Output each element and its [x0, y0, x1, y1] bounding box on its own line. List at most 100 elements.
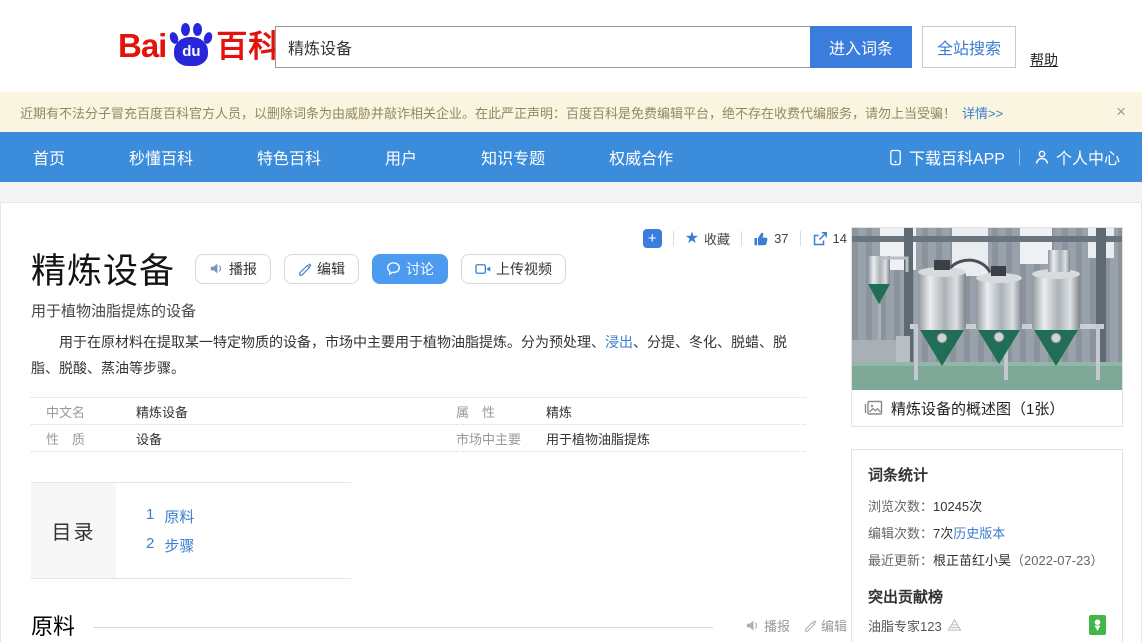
upload-video-label: 上传视频 — [496, 259, 552, 279]
info-label: 市场中主要 — [456, 429, 546, 448]
speaker-icon — [209, 261, 224, 276]
info-value: 设备 — [136, 429, 162, 448]
info-label: 属 性 — [456, 402, 546, 421]
section-title: 原料 — [31, 609, 75, 641]
entry-action-row: + ★ 收藏 37 — [643, 229, 847, 248]
info-row-attribute: 属 性 精炼 — [456, 398, 806, 425]
views-value: 10245次 — [933, 499, 982, 514]
top-header: Bai du 百科 进入词条 全站搜索 帮助 — [0, 0, 1142, 92]
baike-entry-page: Bai du 百科 进入词条 全站搜索 帮助 近期有不法分子冒充百度百科官方人员… — [0, 0, 1142, 642]
upload-video-button[interactable]: 上传视频 — [461, 254, 566, 284]
help-link[interactable]: 帮助 — [1030, 50, 1058, 70]
site-search-button[interactable]: 全站搜索 — [922, 26, 1016, 68]
info-value: 精炼设备 — [136, 402, 188, 421]
logo-du-text: du — [174, 37, 208, 66]
thumbs-up-icon — [753, 231, 769, 247]
nav-item-home[interactable]: 首页 — [33, 145, 65, 169]
contributor-name[interactable]: 油脂专家123 — [868, 616, 942, 635]
toc-item-number: 2 — [146, 535, 154, 556]
title-buttons: 播报 编辑 讨论 — [195, 254, 566, 284]
section-broadcast-label: 播报 — [764, 616, 790, 635]
entry-subtitle: 用于植物油脂提炼的设备 — [31, 300, 196, 321]
main-nav: 首页 秒懂百科 特色百科 用户 知识专题 权威合作 下载百科APP 个人 — [0, 132, 1142, 182]
share-count: 14 — [833, 231, 847, 246]
info-label: 性 质 — [46, 429, 136, 448]
nav-right: 下载百科APP 个人中心 — [888, 145, 1142, 169]
info-label: 中文名 — [46, 402, 136, 421]
overview-photo-card[interactable]: 精炼设备的概述图（1张） — [851, 227, 1123, 427]
summary-link[interactable]: 浸出 — [605, 334, 633, 350]
stat-edits: 编辑次数：7次历史版本 — [868, 520, 1106, 547]
share-icon — [812, 231, 828, 247]
toc-item-label: 原料 — [164, 506, 194, 527]
like-count: 37 — [774, 231, 788, 246]
baidu-baike-logo[interactable]: Bai du 百科 — [118, 22, 280, 68]
entry-content: + ★ 收藏 37 — [0, 202, 1142, 642]
favorite-button[interactable]: ★ 收藏 — [685, 229, 730, 248]
discuss-button[interactable]: 讨论 — [372, 254, 448, 284]
updated-label: 最近更新： — [868, 553, 933, 568]
toc-list: 1 原料 2 步骤 — [116, 483, 194, 578]
gallery-icon — [864, 399, 883, 417]
broadcast-label: 播报 — [229, 259, 257, 279]
speaker-icon — [745, 618, 760, 633]
star-icon: ★ — [685, 231, 699, 247]
section-edit-button[interactable]: 编辑 — [804, 616, 847, 635]
edit-button[interactable]: 编辑 — [284, 254, 359, 284]
nav-item-tese[interactable]: 特色百科 — [257, 145, 321, 169]
toc-title: 目录 — [31, 483, 116, 578]
info-row-chinese-name: 中文名 精炼设备 — [31, 398, 456, 425]
nav-item-users[interactable]: 用户 — [385, 145, 417, 169]
updated-user: 根正苗红小昊 — [933, 553, 1011, 568]
like-button[interactable]: 37 — [753, 231, 788, 247]
section-divider — [93, 627, 713, 628]
nav-separator — [1019, 149, 1020, 165]
nav-item-topics[interactable]: 知识专题 — [481, 145, 545, 169]
refining-equipment-photo — [852, 228, 1122, 390]
video-camera-icon — [475, 262, 491, 276]
toc-item-label: 步骤 — [164, 535, 194, 556]
download-app-link[interactable]: 下载百科APP — [888, 145, 1005, 169]
contributor-row: 油脂专家123 — [868, 615, 1106, 635]
entry-title-row: 精炼设备 播报 编辑 — [31, 243, 566, 294]
history-versions-link[interactable]: 历史版本 — [953, 526, 1005, 541]
info-value: 用于植物油脂提炼 — [546, 429, 650, 448]
stat-views: 浏览次数：10245次 — [868, 493, 1106, 520]
photo-caption-bar[interactable]: 精炼设备的概述图（1张） — [852, 390, 1122, 426]
logo-bai-text: Bai — [118, 24, 166, 68]
section-heading-row: 原料 播报 编辑 — [31, 609, 847, 641]
personal-center-label: 个人中心 — [1056, 145, 1120, 169]
info-row-market: 市场中主要 用于植物油脂提炼 — [456, 425, 806, 452]
views-label: 浏览次数： — [868, 499, 933, 514]
entry-stats-card: 词条统计 浏览次数：10245次 编辑次数：7次历史版本 最近更新：根正苗红小昊… — [851, 449, 1123, 642]
notice-bar: 近期有不法分子冒充百度百科官方人员，以删除词条为由威胁并敲诈相关企业。在此严正声… — [0, 92, 1142, 132]
pencil-icon — [804, 619, 817, 632]
chat-bubble-icon — [386, 261, 401, 276]
favorite-label: 收藏 — [704, 229, 730, 248]
share-button[interactable]: 14 — [812, 231, 847, 247]
toc-item-steps[interactable]: 2 步骤 — [146, 535, 194, 556]
info-row-nature: 性 质 设备 — [31, 425, 456, 452]
nav-items: 首页 秒懂百科 特色百科 用户 知识专题 权威合作 — [0, 145, 673, 169]
enter-entry-button[interactable]: 进入词条 — [810, 26, 912, 68]
pencil-icon — [298, 262, 312, 276]
broadcast-button[interactable]: 播报 — [195, 254, 271, 284]
notice-detail-link[interactable]: 详情>> — [962, 103, 1003, 122]
section-broadcast-button[interactable]: 播报 — [745, 616, 790, 635]
personal-center-link[interactable]: 个人中心 — [1034, 145, 1120, 169]
toc-item-raw-material[interactable]: 1 原料 — [146, 506, 194, 527]
nav-item-authority[interactable]: 权威合作 — [609, 145, 673, 169]
add-icon[interactable]: + — [643, 229, 662, 248]
person-icon — [1034, 149, 1050, 165]
search-input[interactable] — [275, 26, 810, 68]
nav-item-miaodong[interactable]: 秒懂百科 — [129, 145, 193, 169]
contributors-title: 突出贡献榜 — [868, 586, 1106, 607]
close-icon[interactable]: × — [1116, 102, 1126, 122]
discuss-label: 讨论 — [406, 259, 434, 279]
stats-title: 词条统计 — [868, 464, 1106, 485]
phone-icon — [888, 149, 903, 166]
info-value: 精炼 — [546, 402, 572, 421]
entry-summary: 用于在原材料在提取某一特定物质的设备，市场中主要用于植物油脂提炼。分为预处理、浸… — [31, 329, 813, 381]
contribution-level-icon — [947, 618, 962, 632]
edits-label: 编辑次数： — [868, 526, 933, 541]
